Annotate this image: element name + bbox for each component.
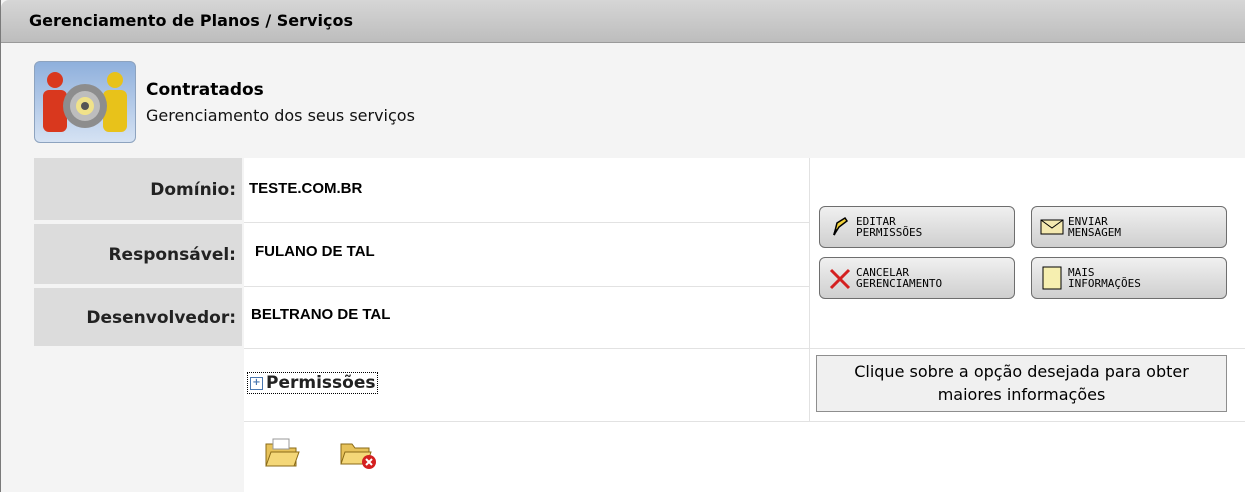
edit-permissions-label-2: PERMISSÕES xyxy=(856,226,923,239)
send-message-button[interactable]: ENVIAR MENSAGEM xyxy=(1031,206,1227,248)
field-label-responsavel: Responsável: xyxy=(34,224,242,286)
info-box: Clique sobre a opção desejada para obter… xyxy=(816,355,1227,412)
row-divider xyxy=(244,348,1245,349)
field-value-dominio: TESTE.COM.BR xyxy=(249,180,363,197)
x-icon xyxy=(828,266,852,290)
folder-delete-icon[interactable] xyxy=(338,434,378,476)
pencil-icon xyxy=(828,215,852,239)
row-divider xyxy=(244,222,809,223)
more-info-label-2: INFORMAÇÕES xyxy=(1068,277,1141,290)
section-title: Contratados xyxy=(146,80,264,100)
row-divider xyxy=(244,421,1245,422)
field-value-responsavel: FULANO DE TAL xyxy=(255,243,375,260)
title-bar: Gerenciamento de Planos / Serviços xyxy=(1,0,1245,43)
field-label-dominio: Domínio: xyxy=(34,158,242,222)
more-info-button[interactable]: MAIS INFORMAÇÕES xyxy=(1031,257,1227,299)
people-gear-icon xyxy=(34,61,136,143)
field-value-desenvolvedor: BELTRANO DE TAL xyxy=(251,306,391,323)
permissions-toggle[interactable]: + Permissões xyxy=(247,372,379,394)
page-title: Gerenciamento de Planos / Serviços xyxy=(29,11,353,30)
cancel-management-label-2: GERENCIAMENTO xyxy=(856,277,943,290)
expand-icon: + xyxy=(250,376,263,390)
note-icon xyxy=(1040,266,1064,290)
info-box-line-1: Clique sobre a opção desejada para obter xyxy=(854,362,1189,381)
edit-permissions-button[interactable]: EDITAR PERMISSÕES xyxy=(819,206,1015,248)
envelope-icon xyxy=(1040,215,1064,239)
section-subtitle: Gerenciamento dos seus serviços xyxy=(146,106,415,125)
column-divider xyxy=(809,158,810,421)
field-label-desenvolvedor: Desenvolvedor: xyxy=(34,288,242,348)
send-message-label-2: MENSAGEM xyxy=(1068,226,1121,239)
row-divider xyxy=(244,286,809,287)
folder-open-icon[interactable] xyxy=(263,434,301,476)
panel: Gerenciamento de Planos / Serviços Contr… xyxy=(0,0,1245,492)
permissions-label: Permissões xyxy=(266,373,376,393)
info-box-line-2: maiores informações xyxy=(937,385,1106,404)
cancel-management-button[interactable]: CANCELAR GERENCIAMENTO xyxy=(819,257,1015,299)
